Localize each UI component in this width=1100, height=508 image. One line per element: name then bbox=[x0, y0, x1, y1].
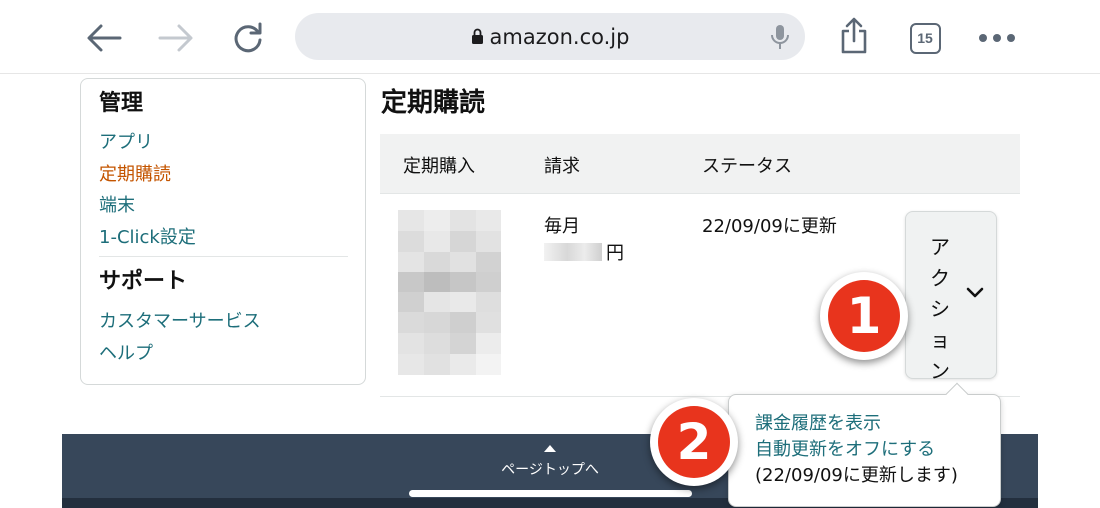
forward-button[interactable] bbox=[154, 18, 198, 58]
currency-suffix: 円 bbox=[606, 243, 624, 264]
sidebar-heading-support: サポート bbox=[99, 269, 188, 294]
billing-amount: 円 bbox=[544, 240, 624, 264]
page-title: 定期購読 bbox=[381, 88, 486, 118]
subscription-status: 22/09/09に更新 bbox=[702, 216, 837, 237]
home-indicator bbox=[409, 490, 692, 497]
column-header-billing: 請求 bbox=[544, 156, 580, 177]
share-button[interactable] bbox=[834, 14, 874, 58]
sidebar: 管理 アプリ 定期購読 端末 1-Click設定 サポート カスタマーサービス … bbox=[80, 78, 366, 385]
table-header: 定期購入 請求 ステータス bbox=[380, 134, 1020, 194]
sidebar-item-devices[interactable]: 端末 bbox=[99, 190, 347, 222]
sidebar-divider bbox=[99, 256, 348, 257]
browser-toolbar: amazon.co.jp 15 bbox=[0, 0, 1100, 74]
sidebar-heading-manage: 管理 bbox=[99, 91, 144, 116]
tab-count: 15 bbox=[909, 22, 941, 54]
step-badge-1-number: 1 bbox=[828, 280, 900, 352]
more-button[interactable] bbox=[974, 18, 1020, 58]
action-menu-popover: 課金履歴を表示 自動更新をオフにする (22/09/09に更新します) bbox=[728, 382, 1001, 507]
billing-frequency: 毎月 bbox=[544, 216, 580, 237]
column-header-status: ステータス bbox=[702, 156, 792, 177]
back-to-top-link[interactable]: ページトップへ bbox=[482, 444, 618, 479]
sidebar-item-subscriptions[interactable]: 定期購読 bbox=[99, 159, 347, 191]
more-icon bbox=[979, 34, 1015, 42]
sidebar-item-help[interactable]: ヘルプ bbox=[99, 338, 347, 370]
address-bar[interactable]: amazon.co.jp bbox=[295, 13, 805, 60]
product-image bbox=[398, 210, 501, 375]
chevron-down-icon bbox=[966, 287, 984, 298]
microphone-icon[interactable] bbox=[769, 24, 791, 50]
caret-up-icon bbox=[544, 445, 556, 452]
step-badge-1: 1 bbox=[820, 272, 908, 360]
view-billing-history-link[interactable]: 課金履歴を表示 bbox=[755, 411, 1000, 437]
redacted-amount bbox=[544, 243, 602, 261]
page: amazon.co.jp 15 管理 アプリ 定期購読 端末 1-Click設定… bbox=[0, 0, 1100, 508]
table-row: 毎月 円 22/09/09に更新 アクション bbox=[380, 194, 1020, 397]
reload-icon bbox=[234, 22, 262, 53]
back-button[interactable] bbox=[82, 18, 126, 58]
arrow-left-icon bbox=[87, 24, 122, 52]
action-button[interactable]: アクション bbox=[905, 211, 997, 383]
arrow-right-icon bbox=[158, 24, 193, 52]
step-badge-2: 2 bbox=[650, 398, 738, 486]
action-button-label: アクション bbox=[930, 235, 950, 383]
renewal-note: (22/09/09に更新します) bbox=[755, 465, 958, 486]
share-icon bbox=[841, 17, 867, 54]
url-text: amazon.co.jp bbox=[489, 24, 630, 49]
lock-icon bbox=[471, 28, 483, 44]
sidebar-item-apps[interactable]: アプリ bbox=[99, 127, 347, 159]
sidebar-item-customer-service[interactable]: カスタマーサービス bbox=[99, 306, 347, 338]
turn-off-auto-renew-link[interactable]: 自動更新をオフにする bbox=[755, 437, 1000, 463]
sidebar-item-1click[interactable]: 1-Click設定 bbox=[99, 222, 347, 254]
column-header-subscription: 定期購入 bbox=[403, 156, 475, 177]
step-badge-2-number: 2 bbox=[658, 406, 730, 478]
reload-button[interactable] bbox=[226, 18, 270, 58]
back-to-top-label: ページトップへ bbox=[501, 462, 599, 478]
tabs-button[interactable]: 15 bbox=[905, 18, 945, 58]
